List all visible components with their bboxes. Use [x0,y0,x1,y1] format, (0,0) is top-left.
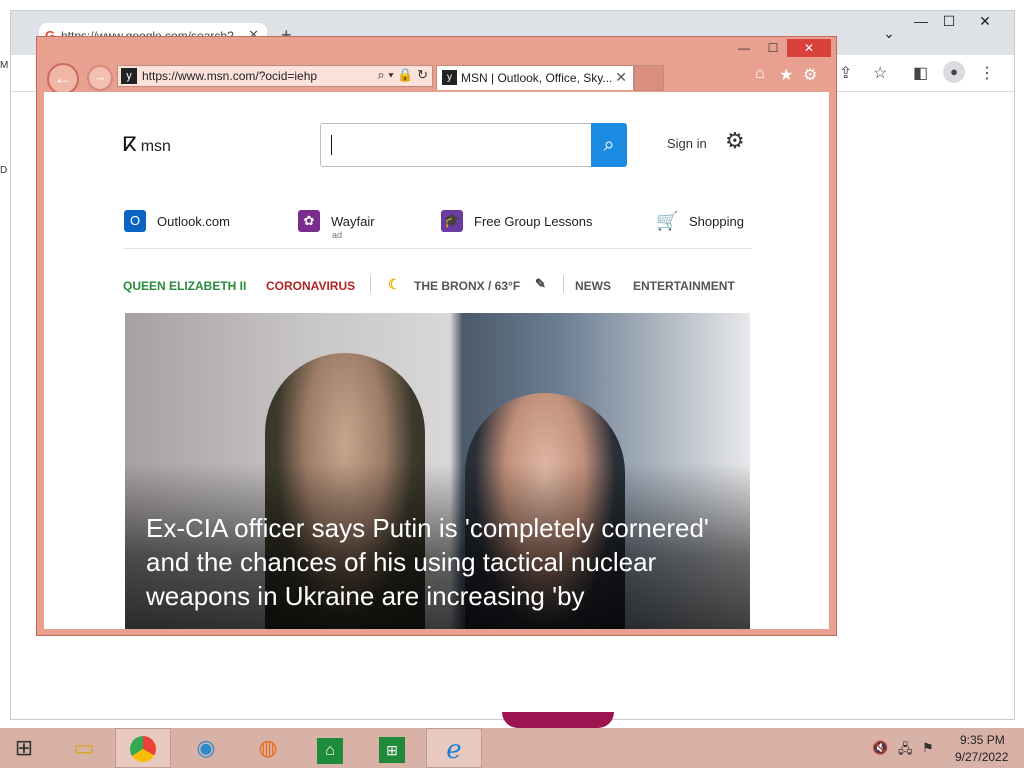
bookmark-star-icon[interactable]: ☆ [873,63,887,83]
back-button[interactable]: ← [47,63,79,95]
clock-date[interactable]: 9/27/2022 [955,750,1008,764]
quick-link-shopping[interactable]: 🛒 Shopping [656,210,756,236]
internet-explorer-icon[interactable]: ℯ [426,728,482,768]
search-icon: ⌕ [603,134,615,156]
address-bar[interactable]: y https://www.msn.com/?ocid=iehp ⌕ ▾ 🔒 ↻ [117,65,433,87]
home-icon[interactable]: ⌂ [755,65,765,83]
quick-link-wayfair[interactable]: ✿ Wayfair ad [298,210,398,240]
graduation-cap-icon: 🎓 [441,210,463,232]
ie-window: — ☐ ✕ ← → y https://www.msn.com/?ocid=ie… [36,36,837,636]
settings-gear-icon[interactable]: ⚙ [725,128,745,154]
sign-in-link[interactable]: Sign in [667,136,707,151]
chrome-menu-icon[interactable]: ⋮ [979,63,995,83]
msn-favicon-icon: y [121,68,137,84]
quick-link-free-group-lessons[interactable]: 🎓 Free Group Lessons [441,210,601,236]
edit-pencil-icon[interactable]: ✎ [535,276,546,292]
nav-entertainment[interactable]: ENTERTAINMENT [633,279,735,293]
quick-link-outlook[interactable]: O Outlook.com [124,210,244,236]
address-url[interactable]: https://www.msn.com/?ocid=iehp [142,69,317,83]
msn-logo-text: msn [140,138,171,155]
search-button[interactable]: ⌕ [591,123,627,167]
ie-tab-msn[interactable]: y MSN | Outlook, Office, Sky... ✕ [436,65,634,90]
outlook-icon: O [124,210,146,232]
msn-logo[interactable]: ⴽ msn [123,132,171,157]
wayfair-icon: ✿ [298,210,320,232]
quick-link-label: Free Group Lessons [474,214,593,229]
hero-headline[interactable]: Ex-CIA officer says Putin is 'completely… [146,511,736,613]
msn-favicon-icon: y [442,70,457,85]
ie-minimize-button[interactable]: — [733,39,755,57]
quick-link-label: Wayfair [331,214,375,229]
taskbar: ⊞ ▭ ◉ ◍ ⌂ ⊞ ℯ 🔇 🖧 ⚑ 9:35 PM 9/27/2022 [0,728,1024,768]
forward-button[interactable]: → [87,65,113,91]
quick-link-label: Outlook.com [157,214,230,229]
ie-page-viewport: ⴽ msn ⌕ Sign in ⚙ O Outlook.com ✿ Wayfair… [44,92,829,629]
tools-gear-icon[interactable]: ⚙ [803,65,817,85]
chrome-taskbar-icon[interactable] [115,728,171,768]
nav-weather-location[interactable]: THE BRONX / 63°F [414,279,520,293]
side-panel-icon[interactable]: ◧ [913,63,928,83]
ie-maximize-button[interactable]: ☐ [761,39,785,57]
nav-separator [563,275,564,293]
volume-muted-icon[interactable]: 🔇 [872,740,888,756]
nav-queen-elizabeth[interactable]: QUEEN ELIZABETH II [123,279,246,293]
address-tools-icons[interactable]: ⌕ ▾ 🔒 ↻ [377,67,428,83]
share-icon[interactable]: ⇪ [839,63,852,83]
text-caret [331,135,332,155]
chrome-maximize-button[interactable]: ☐ [931,13,967,30]
back-arrow-icon: ← [54,68,72,88]
chrome-close-button[interactable]: ✕ [967,13,1003,30]
store-icon[interactable]: ⊞ [364,728,420,768]
nav-coronavirus[interactable]: CORONAVIRUS [266,279,355,293]
hero-story[interactable]: Ex-CIA officer says Putin is 'completely… [125,313,750,629]
shopping-cart-icon: 🛒 [656,211,679,231]
favorites-star-icon[interactable]: ★ [779,65,793,85]
file-explorer-icon[interactable]: ▭ [56,728,112,768]
moon-weather-icon: ☾ [388,276,401,292]
msn-butterfly-icon: ⴽ [123,134,137,156]
ie-new-tab-button[interactable] [634,65,664,91]
action-center-icon[interactable]: ⚑ [922,740,934,756]
desktop-icon-fragment: D [0,165,8,176]
quick-link-label: Shopping [689,214,744,229]
ie-tab-close-button[interactable]: ✕ [615,69,627,86]
firefox-icon[interactable]: ◍ [240,728,296,768]
network-globe-icon[interactable]: ◉ [178,728,234,768]
network-icon[interactable]: 🖧 [898,740,913,762]
desktop-icon-fragment: M [0,60,9,71]
start-windows-icon[interactable]: ⊞ [0,728,48,768]
nav-news[interactable]: NEWS [575,279,611,293]
profile-avatar-icon[interactable]: ● [943,61,965,83]
nav-separator [370,275,371,293]
ie-tab-title: MSN | Outlook, Office, Sky... [461,71,613,85]
search-input[interactable] [320,123,592,167]
background-shape [502,712,614,728]
forward-arrow-icon: → [93,69,107,84]
xbox-games-icon[interactable]: ⌂ [302,728,358,768]
clock-time[interactable]: 9:35 PM [960,733,1005,747]
ad-label: ad [332,230,343,240]
divider [123,248,752,249]
chrome-tab-search-icon[interactable]: ⌄ [871,25,907,42]
ie-close-button[interactable]: ✕ [787,39,831,57]
